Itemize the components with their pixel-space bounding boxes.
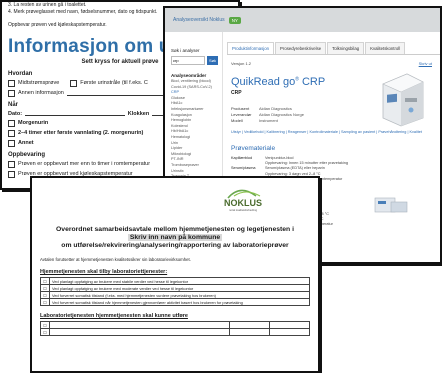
section-heading: Prøvemateriale: [231, 145, 276, 152]
version-label: Versjon 1.2: [231, 61, 252, 66]
row-checkbox-cell[interactable]: ☐: [40, 321, 50, 329]
table-row: ☐: [40, 321, 310, 329]
date-label: Dato:: [8, 110, 23, 117]
checkbox-other-info[interactable]: [8, 89, 15, 97]
table-row: ☐ Ved forverret somatisk tilstand (f.eks.…: [40, 291, 310, 299]
row-text-cell: [49, 321, 230, 329]
checkbox-second-morning-urine[interactable]: [8, 129, 15, 137]
checkbox-first-stream[interactable]: [70, 79, 78, 87]
agreement-title: Overordnet samarbeidsavtale mellom hjemm…: [56, 226, 294, 233]
checkbox-other[interactable]: [8, 139, 15, 147]
row-checkbox-cell[interactable]: ☐: [40, 298, 50, 306]
version-row: Versjon 1.2 Skriv ut: [231, 61, 432, 66]
row-text-cell: Ved planlagt oppfølging av brukere med s…: [49, 277, 310, 285]
agreement-intro: Avtalen forutsetter at hjemmetjenesten k…: [40, 257, 191, 262]
search-label: Søk i analyser: [171, 48, 200, 53]
product-name: QuikRead go: [231, 76, 296, 88]
option-label: Annen informasjon: [18, 90, 64, 96]
date-line[interactable]: [25, 111, 125, 116]
registered-mark: ®: [295, 76, 299, 83]
row-text-cell: [49, 328, 230, 336]
site-brand[interactable]: Analyseoversikt Noklus: [173, 17, 225, 23]
checkbox-room-temp[interactable]: [8, 160, 15, 168]
sidebar-nav-list: Blod, ventilering (blood) Covid-19 (SARS-…: [171, 79, 218, 185]
option-label: Annet: [18, 140, 34, 146]
municipality-field: Skriv inn navn på kommune: [40, 234, 310, 241]
print-link[interactable]: Skriv ut: [419, 61, 432, 66]
section-links[interactable]: Utstyr | Vedlikehold | Kalibrering | Rea…: [231, 130, 432, 135]
empty-cell[interactable]: [269, 328, 310, 336]
detail-key: Modell: [231, 118, 243, 123]
option-label: 2–4 timer etter første vannlating (2. mo…: [18, 130, 144, 136]
noklus-logo: NOKLUS norsk kvalitetsforbedring: [224, 189, 262, 212]
search-bar: Søk: [171, 56, 218, 65]
search-input[interactable]: [171, 56, 205, 65]
table-row: ☐ Ved planlagt oppfølging av brukere med …: [40, 277, 310, 285]
search-button[interactable]: Søk: [207, 56, 218, 65]
option-label: Morgenurin: [18, 120, 49, 126]
municipality-placeholder[interactable]: Skriv inn navn på kommune: [127, 234, 223, 241]
table-row: ☐ Ved forverret somatisk tilstand når hje…: [40, 298, 310, 306]
row-checkbox-cell[interactable]: ☐: [40, 291, 50, 299]
section-heading-services: Hjemmetjenesten skal tilby laboratoriett…: [40, 269, 168, 275]
noklus-agreement-document: NOKLUS norsk kvalitetsforbedring Overord…: [30, 176, 320, 373]
checkbox-midstream[interactable]: [8, 79, 15, 87]
checkbox-fridge[interactable]: [8, 170, 15, 178]
row-checkbox-cell[interactable]: ☐: [40, 277, 50, 285]
table-row: ☐ Ved planlagt oppfølging av brukere med …: [40, 284, 310, 292]
tab-item[interactable]: Kvalitetskontroll: [365, 42, 406, 54]
services-table: ☐ Ved planlagt oppfølging av brukere med …: [40, 277, 310, 306]
tab-bar: Produktinformasjon Prosedyrebeskrivelse To…: [227, 42, 440, 55]
tab-item[interactable]: Tolkningsbilag: [327, 42, 365, 54]
site-header: Analyseoversikt Noklus NY: [165, 8, 440, 32]
row-checkbox-cell[interactable]: ☐: [40, 284, 50, 292]
time-label: Klokken: [127, 110, 150, 117]
row-text-cell: Ved forverret somatisk tilstand når hjem…: [49, 298, 310, 306]
row-checkbox-cell[interactable]: ☐: [40, 328, 50, 336]
reagent-kit-image: [374, 197, 408, 213]
option-label: Første urinstråle (til f.eks. C: [80, 80, 148, 86]
new-badge: NY: [228, 16, 241, 24]
nav-heading: Analyseområder: [171, 73, 207, 78]
table-row: ☐: [40, 328, 310, 336]
logo-tagline: norsk kvalitetsforbedring: [229, 208, 258, 212]
checkbox-morning-urine[interactable]: [8, 119, 15, 127]
tab-item[interactable]: Produktinformasjon: [227, 42, 275, 54]
option-label: Prøven er oppbevart mer enn to timer i r…: [18, 161, 151, 167]
tab-item[interactable]: Prosedyrebeskrivelse: [275, 42, 327, 54]
quikread-device-image: [382, 73, 424, 127]
row-text-cell: Ved forverret somatisk tilstand (f.eks. …: [49, 291, 310, 299]
product-suffix: CRP: [301, 76, 326, 88]
logo-wordmark: NOKLUS: [224, 198, 262, 208]
empty-cell[interactable]: [229, 321, 270, 329]
option-label: Midtstrømsprøve: [18, 80, 60, 86]
section-heading-lab-services: Laboratorietjenesten hjemmetjenesten ska…: [40, 313, 188, 319]
row-text-cell: Ved planlagt oppfølging av brukere med m…: [49, 284, 310, 292]
lab-services-table: ☐ ☐: [40, 321, 310, 336]
agreement-subtitle: om utførelse/rekvirering/analysering/rap…: [61, 242, 289, 249]
empty-cell[interactable]: [229, 328, 270, 336]
detail-value: Instrument: [259, 118, 278, 123]
empty-cell[interactable]: [269, 321, 310, 329]
